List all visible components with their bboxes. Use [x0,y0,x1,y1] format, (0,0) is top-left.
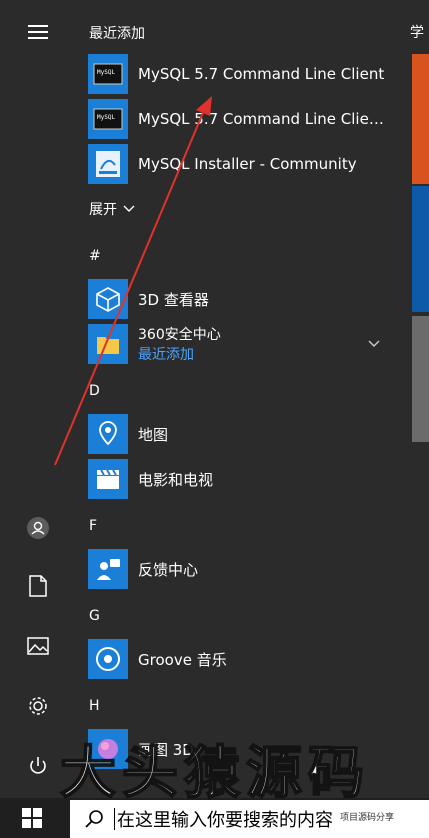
annotation-arrow [54,96,212,466]
search-icon [85,810,103,828]
text-cursor [114,808,115,830]
search-placeholder: 在这里输入你要搜索的内容 [117,810,333,831]
windows-logo-icon [22,808,42,828]
watermark-caption: 项目源码分享 [340,810,395,823]
start-button[interactable] [22,808,42,832]
watermark-text: 大头猿源码 [59,740,370,807]
